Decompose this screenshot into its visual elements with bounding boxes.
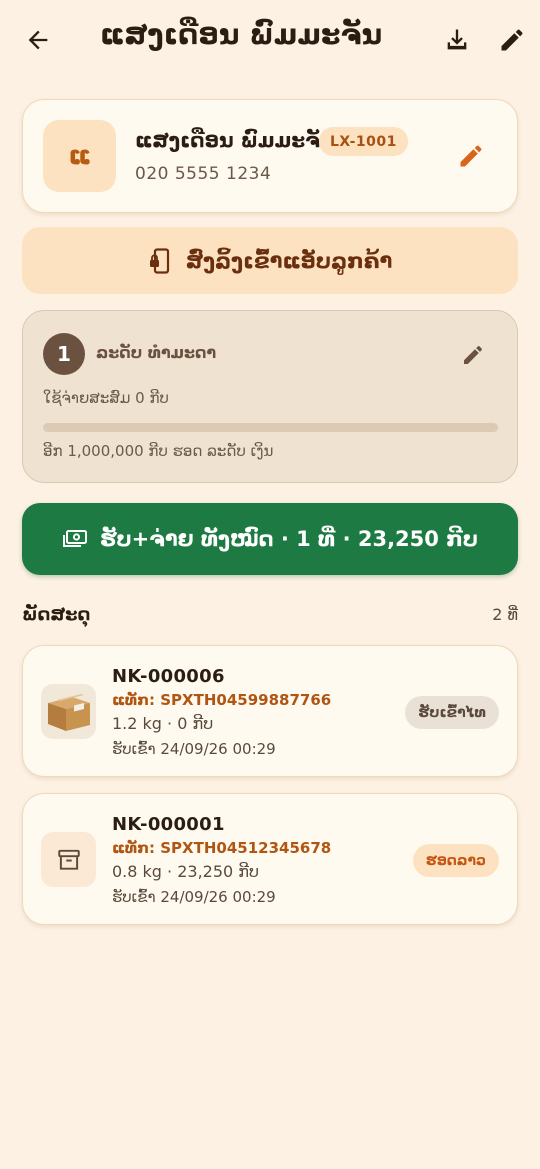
customer-code-badge: LX-1001 [319, 127, 408, 156]
level-number-badge: 1 [43, 333, 85, 375]
parcel-thumbnail [41, 832, 96, 887]
level-progress-bar [43, 423, 498, 432]
pencil-icon [501, 29, 523, 51]
download-button[interactable] [437, 20, 477, 60]
avatar: ແ [43, 120, 116, 192]
customer-profile-card: ແ ແສງເດືອນ ພົມມະຈັນ LX-1001 020 5555 123… [22, 99, 518, 213]
status-badge: ຮອດລາວ [412, 844, 499, 877]
parcel-weight-price: 1.2 kg · 0 ກີບ [112, 714, 214, 733]
level-next-requirement: ອີກ 1,000,000 ກີບ ຮອດ ລະດັບ ເງິນ [43, 442, 274, 460]
parcel-received-date: ຮັບເຂົ້າ 24/09/26 00:29 [112, 888, 276, 906]
top-app-bar: ແສງເດືອນ ພົມມະຈັນ [0, 0, 540, 80]
level-name: ລະດັບ ທຳມະດາ [96, 343, 217, 362]
pencil-icon [464, 346, 482, 364]
membership-level-card: 1 ລະດັບ ທຳມະດາ ໃຊ້ຈ່າຍສະສົມ 0 ກີບ ອີກ 1,… [22, 310, 518, 483]
status-badge: ຮັບເຂົ້າໄທ [405, 696, 499, 729]
page-title: ແສງເດືອນ ພົມມະຈັນ [100, 18, 383, 51]
pencil-icon [460, 145, 482, 167]
download-icon [447, 29, 467, 50]
cardboard-box-icon [47, 693, 90, 731]
send-app-link-label: ສົ່ງລິ້ງເຂົ້າແອັບລູກຄ້າ [185, 248, 393, 273]
customer-phone: 020 5555 1234 [135, 164, 272, 184]
parcel-id: NK-000001 [112, 814, 225, 835]
phone-lock-icon [149, 247, 169, 274]
parcel-id: NK-000006 [112, 666, 225, 687]
parcel-tracking: ແທັກ: SPXTH04599887766 [112, 691, 332, 709]
parcel-weight-price: 0.8 kg · 23,250 ກີບ [112, 862, 260, 881]
edit-level-button[interactable] [453, 335, 493, 375]
parcel-thumbnail [41, 684, 96, 739]
edit-profile-button[interactable] [451, 136, 491, 176]
parcel-tracking: ແທັກ: SPXTH04512345678 [112, 839, 332, 857]
parcel-card[interactable]: NK-000006 ແທັກ: SPXTH04599887766 1.2 kg … [22, 645, 518, 777]
parcel-received-date: ຮັບເຂົ້າ 24/09/26 00:29 [112, 740, 276, 758]
parcel-card[interactable]: NK-000001 ແທັກ: SPXTH04512345678 0.8 kg … [22, 793, 518, 925]
arrow-left-icon [28, 30, 48, 50]
send-app-link-button[interactable]: ສົ່ງລິ້ງເຂົ້າແອັບລູກຄ້າ [22, 227, 518, 294]
cash-icon [62, 530, 87, 547]
parcels-section-title: ພັດສະດຸ [22, 604, 91, 625]
parcels-count: 2 ທີ່ [492, 605, 518, 624]
edit-customer-button[interactable] [492, 20, 532, 60]
level-total-spent: ໃຊ້ຈ່າຍສະສົມ 0 ກີບ [43, 389, 169, 407]
back-button[interactable] [18, 20, 58, 60]
archive-icon [57, 849, 80, 870]
customer-name: ແສງເດືອນ ພົມມະຈັນ [135, 128, 335, 152]
receive-pay-all-label: ຮັບ+ຈ່າຍ ທັງໝົດ · 1 ທີ່ · 23,250 ກີບ [99, 527, 479, 551]
receive-pay-all-button[interactable]: ຮັບ+ຈ່າຍ ທັງໝົດ · 1 ທີ່ · 23,250 ກີບ [22, 503, 518, 575]
